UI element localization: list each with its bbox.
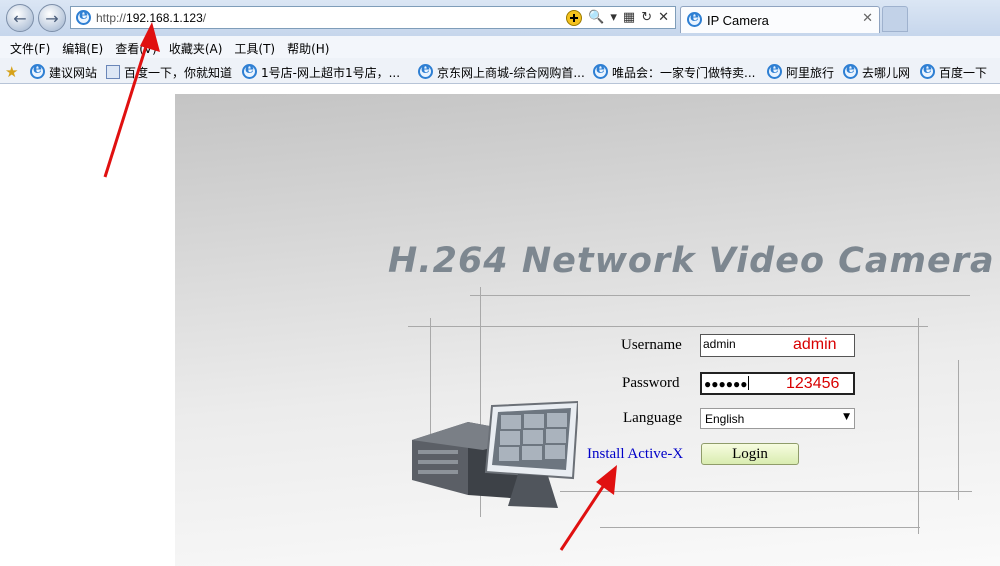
refresh-icon[interactable]: ↻ [641, 9, 652, 27]
address-url[interactable]: http://192.168.1.123/ [96, 11, 206, 25]
favorite-link[interactable]: 百度一下，你就知道 [106, 64, 232, 81]
install-activex-link[interactable]: Install Active-X [587, 446, 683, 463]
ie-icon [30, 61, 45, 79]
language-select[interactable]: English ▼ [700, 408, 855, 429]
password-mask: ●●●●●● [704, 377, 748, 391]
compatibility-view-icon[interactable]: ▦ [623, 9, 635, 27]
favorite-link[interactable]: 建议网站 [30, 61, 98, 81]
tab-title: IP Camera [707, 13, 769, 28]
menu-bar: 文件(F) 编辑(E) 查看(V) 收藏夹(A) 工具(T) 帮助(H) [0, 36, 1000, 58]
language-value: English [705, 412, 745, 426]
language-label: Language [623, 410, 683, 426]
frame-line [918, 318, 919, 534]
text-caret [747, 376, 749, 390]
forward-button[interactable]: → [38, 4, 66, 32]
menu-edit[interactable]: 编辑(E) [56, 36, 109, 58]
stop-icon[interactable]: ✕ [658, 9, 669, 27]
ie-icon [242, 61, 257, 79]
favorite-label: 建议网站 [49, 66, 98, 80]
favorites-star-icon[interactable]: ★ [5, 63, 18, 81]
username-input[interactable]: admin admin [700, 334, 855, 357]
password-input[interactable]: ●●●●●● 123456 [700, 372, 855, 395]
favorite-link[interactable]: 阿里旅行 [767, 61, 835, 81]
ie-icon [843, 61, 858, 79]
username-label: Username [621, 337, 682, 353]
compat-go-icon[interactable] [566, 10, 583, 26]
page-heading: H.264 Network Video Camera [388, 241, 995, 281]
dropdown-arrow-icon: ▼ [843, 412, 850, 422]
back-button[interactable]: ← [6, 4, 34, 32]
password-annotation: 123456 [786, 375, 840, 392]
new-tab-button[interactable] [882, 6, 908, 32]
address-bar[interactable]: http://192.168.1.123/ 🔍 ▾ ▦ ↻ ✕ [70, 6, 676, 29]
favorite-link[interactable]: 百度一下 [920, 61, 988, 81]
favorite-label: 百度一下 [939, 66, 988, 80]
dropdown-icon[interactable]: ▾ [610, 9, 617, 27]
favorite-link[interactable]: 去哪儿网 [843, 61, 911, 81]
ie-icon [920, 61, 935, 79]
menu-favorites[interactable]: 收藏夹(A) [163, 36, 229, 58]
frame-line [600, 527, 920, 528]
menu-file[interactable]: 文件(F) [4, 36, 56, 58]
menu-view[interactable]: 查看(V) [109, 36, 163, 58]
frame-line [470, 295, 970, 296]
favorite-link[interactable]: 京东网上商城-综合网购首... [418, 61, 585, 81]
frame-line [408, 326, 928, 327]
frame-line [958, 360, 959, 500]
ie-icon [593, 61, 608, 79]
ie-icon [76, 7, 91, 25]
ie-icon [767, 61, 782, 79]
baidu-icon [106, 65, 120, 79]
url-suffix: / [202, 11, 207, 25]
favorite-link[interactable]: 1号店-网上超市1号店，... [242, 61, 401, 81]
ie-icon [687, 9, 702, 27]
password-label: Password [622, 375, 680, 391]
ie-icon [418, 61, 433, 79]
close-tab-icon[interactable]: ✕ [862, 11, 873, 26]
favorite-label: 阿里旅行 [786, 66, 835, 80]
favorite-label: 京东网上商城-综合网购首... [437, 66, 585, 80]
browser-titlebar: ← → http://192.168.1.123/ 🔍 ▾ ▦ ↻ ✕ IP C… [0, 0, 1000, 36]
url-prefix: http:// [96, 11, 127, 25]
menu-help[interactable]: 帮助(H) [281, 36, 335, 58]
password-masked-value: ●●●●●● [704, 376, 749, 391]
back-arrow-icon: ← [13, 8, 27, 28]
favorite-label: 去哪儿网 [862, 66, 911, 80]
login-panel [175, 94, 1000, 566]
frame-line [560, 491, 972, 492]
username-value: admin [703, 337, 736, 351]
favorite-label: 唯品会：一家专门做特卖... [612, 66, 756, 80]
favorite-label: 1号店-网上超市1号店，... [261, 66, 401, 80]
menu-tools[interactable]: 工具(T) [228, 36, 281, 58]
favorite-label: 百度一下，你就知道 [124, 66, 233, 80]
tab-ip-camera[interactable]: IP Camera ✕ [680, 6, 880, 33]
username-annotation: admin [793, 336, 837, 353]
favorite-link[interactable]: 唯品会：一家专门做特卖... [593, 61, 756, 81]
login-button[interactable]: Login [701, 443, 799, 465]
forward-arrow-icon: → [45, 8, 59, 28]
url-host: 192.168.1.123 [126, 11, 203, 25]
favorites-bar: ★ 建议网站 百度一下，你就知道 1号店-网上超市1号店，... 京东网上商城-… [0, 58, 1000, 84]
search-icon[interactable]: 🔍 [588, 9, 604, 27]
dvr-monitor-illustration [412, 400, 578, 508]
